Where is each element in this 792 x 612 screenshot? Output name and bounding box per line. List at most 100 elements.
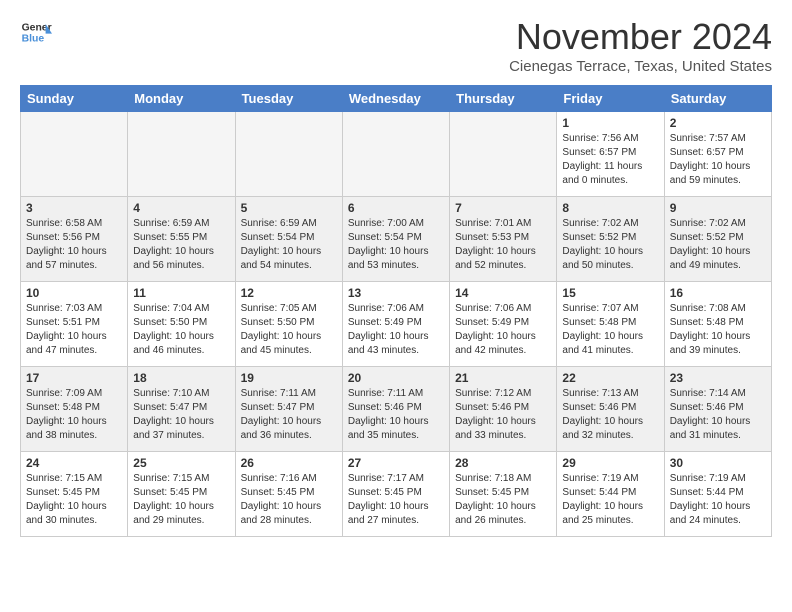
day-info: Sunrise: 7:07 AM Sunset: 5:48 PM Dayligh… [562,302,658,358]
weekday-header-saturday: Saturday [664,86,771,112]
calendar-cell: 6Sunrise: 7:00 AM Sunset: 5:54 PM Daylig… [342,197,449,282]
day-info: Sunrise: 7:09 AM Sunset: 5:48 PM Dayligh… [26,387,122,443]
day-info: Sunrise: 7:15 AM Sunset: 5:45 PM Dayligh… [133,472,229,528]
day-info: Sunrise: 7:12 AM Sunset: 5:46 PM Dayligh… [455,387,551,443]
calendar-cell: 26 Sunrise: 7:16 AM Sunset: 5:45 PM Dayli… [235,452,342,537]
day-number: 12 [241,286,337,300]
week-row-4: 17 Sunrise: 7:09 AM Sunset: 5:48 PM Dayli… [21,367,772,452]
day-number: 2 [670,116,766,130]
week-row-2: 3 Sunrise: 6:58 AM Sunset: 5:56 PM Daylig… [21,197,772,282]
calendar-cell [21,112,128,197]
header: General Blue November 2024 Cienegas Terr… [20,16,772,75]
calendar-table: SundayMondayTuesdayWednesdayThursdayFrid… [20,85,772,537]
day-info: Sunrise: 6:59 AM Sunset: 5:54 PM Dayligh… [241,217,337,273]
logo: General Blue [20,16,52,48]
calendar-cell: 17 Sunrise: 7:09 AM Sunset: 5:48 PM Dayli… [21,367,128,452]
day-number: 8 [562,201,658,215]
weekday-header-monday: Monday [128,86,235,112]
calendar-cell: 20 Sunrise: 7:11 AM Sunset: 5:46 PM Dayli… [342,367,449,452]
day-info: Sunrise: 7:04 AM Sunset: 5:50 PM Dayligh… [133,302,229,358]
day-number: 29 [562,456,658,470]
calendar-cell: 2 Sunrise: 7:57 AM Sunset: 6:57 PM Daylig… [664,112,771,197]
day-info: Sunrise: 7:14 AM Sunset: 5:46 PM Dayligh… [670,387,766,443]
day-info: Sunrise: 7:11 AM Sunset: 5:46 PM Dayligh… [348,387,444,443]
day-number: 7 [455,201,551,215]
day-info: Sunrise: 7:02 AM Sunset: 5:52 PM Dayligh… [562,217,658,273]
calendar-cell [342,112,449,197]
day-number: 30 [670,456,766,470]
calendar-cell: 24 Sunrise: 7:15 AM Sunset: 5:45 PM Dayli… [21,452,128,537]
day-info: Sunrise: 7:17 AM Sunset: 5:45 PM Dayligh… [348,472,444,528]
day-number: 26 [241,456,337,470]
weekday-header-sunday: Sunday [21,86,128,112]
weekday-header-thursday: Thursday [450,86,557,112]
day-info: Sunrise: 7:57 AM Sunset: 6:57 PM Dayligh… [670,132,766,188]
calendar-cell: 25Sunrise: 7:15 AM Sunset: 5:45 PM Dayli… [128,452,235,537]
calendar-cell [128,112,235,197]
day-number: 9 [670,201,766,215]
svg-text:Blue: Blue [22,34,45,45]
calendar-cell: 12 Sunrise: 7:05 AM Sunset: 5:50 PM Dayli… [235,282,342,367]
day-number: 15 [562,286,658,300]
day-number: 18 [133,371,229,385]
day-number: 5 [241,201,337,215]
calendar-cell: 5 Sunrise: 6:59 AM Sunset: 5:54 PM Daylig… [235,197,342,282]
day-number: 20 [348,371,444,385]
logo-icon: General Blue [20,16,52,48]
day-info: Sunrise: 7:03 AM Sunset: 5:51 PM Dayligh… [26,302,122,358]
day-info: Sunrise: 7:13 AM Sunset: 5:46 PM Dayligh… [562,387,658,443]
calendar-cell: 7 Sunrise: 7:01 AM Sunset: 5:53 PM Daylig… [450,197,557,282]
calendar-cell: 15 Sunrise: 7:07 AM Sunset: 5:48 PM Dayli… [557,282,664,367]
day-number: 28 [455,456,551,470]
calendar-cell: 11 Sunrise: 7:04 AM Sunset: 5:50 PM Dayli… [128,282,235,367]
calendar-cell: 30 Sunrise: 7:19 AM Sunset: 5:44 PM Dayli… [664,452,771,537]
calendar-cell: 22Sunrise: 7:13 AM Sunset: 5:46 PM Dayli… [557,367,664,452]
day-number: 1 [562,116,658,130]
day-info: Sunrise: 7:01 AM Sunset: 5:53 PM Dayligh… [455,217,551,273]
week-row-3: 10 Sunrise: 7:03 AM Sunset: 5:51 PM Dayli… [21,282,772,367]
day-number: 19 [241,371,337,385]
day-info: Sunrise: 7:06 AM Sunset: 5:49 PM Dayligh… [455,302,551,358]
location-title: Cienegas Terrace, Texas, United States [509,58,772,75]
day-number: 24 [26,456,122,470]
day-info: Sunrise: 7:19 AM Sunset: 5:44 PM Dayligh… [670,472,766,528]
day-number: 14 [455,286,551,300]
calendar-cell: 4 Sunrise: 6:59 AM Sunset: 5:55 PM Daylig… [128,197,235,282]
calendar-cell: 23 Sunrise: 7:14 AM Sunset: 5:46 PM Dayli… [664,367,771,452]
day-info: Sunrise: 7:06 AM Sunset: 5:49 PM Dayligh… [348,302,444,358]
day-number: 17 [26,371,122,385]
day-info: Sunrise: 7:10 AM Sunset: 5:47 PM Dayligh… [133,387,229,443]
calendar-cell: 29Sunrise: 7:19 AM Sunset: 5:44 PM Dayli… [557,452,664,537]
calendar-cell: 18 Sunrise: 7:10 AM Sunset: 5:47 PM Dayli… [128,367,235,452]
day-number: 10 [26,286,122,300]
day-number: 4 [133,201,229,215]
calendar-cell: 8 Sunrise: 7:02 AM Sunset: 5:52 PM Daylig… [557,197,664,282]
day-info: Sunrise: 7:08 AM Sunset: 5:48 PM Dayligh… [670,302,766,358]
weekday-header-friday: Friday [557,86,664,112]
calendar-cell: 10 Sunrise: 7:03 AM Sunset: 5:51 PM Dayli… [21,282,128,367]
title-area: November 2024 Cienegas Terrace, Texas, U… [509,16,772,75]
day-info: Sunrise: 6:59 AM Sunset: 5:55 PM Dayligh… [133,217,229,273]
calendar-cell [235,112,342,197]
calendar-cell: 13 Sunrise: 7:06 AM Sunset: 5:49 PM Dayli… [342,282,449,367]
day-info: Sunrise: 7:15 AM Sunset: 5:45 PM Dayligh… [26,472,122,528]
calendar-cell: 1Sunrise: 7:56 AM Sunset: 6:57 PM Daylig… [557,112,664,197]
calendar-cell: 9 Sunrise: 7:02 AM Sunset: 5:52 PM Daylig… [664,197,771,282]
weekday-header-tuesday: Tuesday [235,86,342,112]
week-row-1: 1Sunrise: 7:56 AM Sunset: 6:57 PM Daylig… [21,112,772,197]
day-number: 3 [26,201,122,215]
week-row-5: 24 Sunrise: 7:15 AM Sunset: 5:45 PM Dayli… [21,452,772,537]
day-number: 13 [348,286,444,300]
day-number: 21 [455,371,551,385]
day-info: Sunrise: 7:02 AM Sunset: 5:52 PM Dayligh… [670,217,766,273]
day-info: Sunrise: 7:05 AM Sunset: 5:50 PM Dayligh… [241,302,337,358]
day-number: 11 [133,286,229,300]
day-number: 16 [670,286,766,300]
day-info: Sunrise: 7:18 AM Sunset: 5:45 PM Dayligh… [455,472,551,528]
day-info: Sunrise: 7:16 AM Sunset: 5:45 PM Dayligh… [241,472,337,528]
day-number: 23 [670,371,766,385]
day-info: Sunrise: 7:11 AM Sunset: 5:47 PM Dayligh… [241,387,337,443]
calendar-cell: 14 Sunrise: 7:06 AM Sunset: 5:49 PM Dayli… [450,282,557,367]
weekday-header-wednesday: Wednesday [342,86,449,112]
day-info: Sunrise: 6:58 AM Sunset: 5:56 PM Dayligh… [26,217,122,273]
